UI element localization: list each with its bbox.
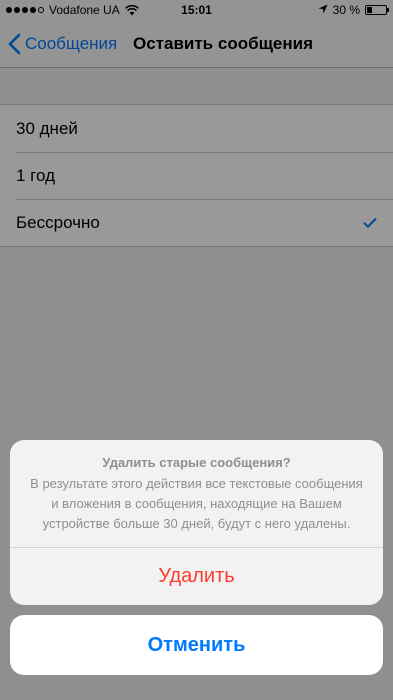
action-sheet-message: В результате этого действия все текстовы… — [30, 476, 363, 531]
action-sheet-title: Удалить старые сообщения? — [102, 455, 291, 470]
cancel-button[interactable]: Отменить — [10, 615, 383, 675]
delete-button[interactable]: Удалить — [10, 548, 383, 605]
action-sheet-header: Удалить старые сообщения? В результате э… — [10, 440, 383, 548]
screen: Vodafone UA 15:01 30 % Сообщения Оставит… — [0, 0, 393, 700]
action-sheet-group: Удалить старые сообщения? В результате э… — [10, 440, 383, 605]
action-sheet: Удалить старые сообщения? В результате э… — [10, 440, 383, 675]
